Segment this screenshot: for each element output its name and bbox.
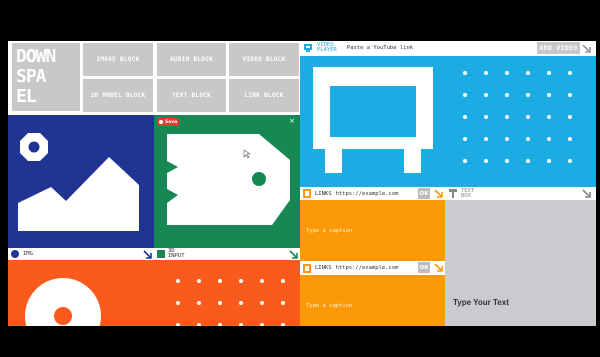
caption-input[interactable]: Type a caption	[306, 303, 352, 309]
audio-panel	[8, 260, 300, 326]
caption-input[interactable]: Type a caption	[306, 228, 352, 234]
dot-pattern	[168, 270, 293, 326]
logo-line: EL	[16, 86, 37, 107]
resize-arrow-icon[interactable]	[289, 250, 298, 259]
model-panel	[154, 115, 300, 248]
video-player-label: PLAYER	[317, 47, 337, 53]
text-box-header: TEXT BOX	[445, 187, 596, 200]
links-label: LINKS	[315, 190, 332, 197]
text-box-panel[interactable]: Type Your Text	[445, 200, 596, 326]
img-panel-header: IMG	[8, 248, 154, 260]
video-screen-icon	[313, 67, 433, 173]
add-video-button[interactable]: ADD VIDEO	[537, 42, 580, 54]
dot-pattern	[455, 62, 580, 172]
video-block-button[interactable]: VIDEO BLOCK	[229, 43, 299, 76]
link-url-input[interactable]: https://example.com	[336, 191, 399, 197]
link-url-input[interactable]: https://example.com	[336, 265, 399, 271]
text-icon	[449, 189, 457, 198]
link-block-button[interactable]: LINK BLOCK	[229, 79, 299, 112]
canvas-workspace: DOWN SPA EL IMAGE BLOCK AUDIO BLOCK VIDE…	[8, 41, 596, 326]
logo-line: DOWN	[16, 46, 56, 67]
image-block-icon	[11, 250, 19, 258]
tag-shape-icon	[167, 134, 290, 225]
video-player-icon	[304, 44, 312, 52]
save-icon	[159, 120, 163, 124]
text-block-button[interactable]: TEXT BLOCK	[157, 79, 226, 112]
link-ok-button[interactable]: OK	[418, 262, 430, 273]
input-panel-header: 3D INPUT	[154, 248, 300, 260]
model-block-button[interactable]: 3D MODEL BLOCK	[83, 79, 153, 112]
app-logo: DOWN SPA EL	[12, 43, 80, 111]
image-panel	[8, 115, 154, 248]
resize-arrow-icon[interactable]	[434, 263, 443, 272]
links-panel: Type a caption	[300, 200, 445, 261]
links-label: LINKS	[315, 265, 332, 271]
links-panel: Type a caption	[300, 275, 445, 326]
resize-arrow-icon[interactable]	[582, 189, 591, 198]
resize-arrow-icon[interactable]	[582, 44, 591, 53]
save-badge-label: Save	[165, 119, 178, 125]
audio-block-button[interactable]: AUDIO BLOCK	[157, 43, 226, 76]
link-icon	[303, 189, 311, 198]
logo-line: SPA	[16, 66, 47, 87]
close-icon[interactable]: ×	[289, 117, 295, 125]
link-icon	[303, 263, 311, 273]
save-badge[interactable]: Save	[157, 118, 179, 126]
landscape-image-icon	[18, 133, 139, 231]
text-box-label: BOX	[461, 192, 471, 199]
resize-arrow-icon[interactable]	[143, 250, 152, 259]
record-disc-icon	[25, 278, 101, 326]
model-block-icon	[157, 250, 165, 258]
text-box-content[interactable]: Type Your Text	[453, 298, 509, 307]
img-panel-label: IMG	[23, 251, 33, 257]
resize-arrow-icon[interactable]	[434, 189, 443, 198]
input-panel-label: INPUT	[168, 253, 185, 259]
video-player-panel	[300, 56, 596, 187]
link-ok-button[interactable]: OK	[418, 188, 430, 199]
cursor-icon	[243, 149, 251, 159]
youtube-link-input[interactable]: Paste a YouTube link	[347, 45, 413, 51]
image-block-button[interactable]: IMAGE BLOCK	[83, 43, 153, 76]
